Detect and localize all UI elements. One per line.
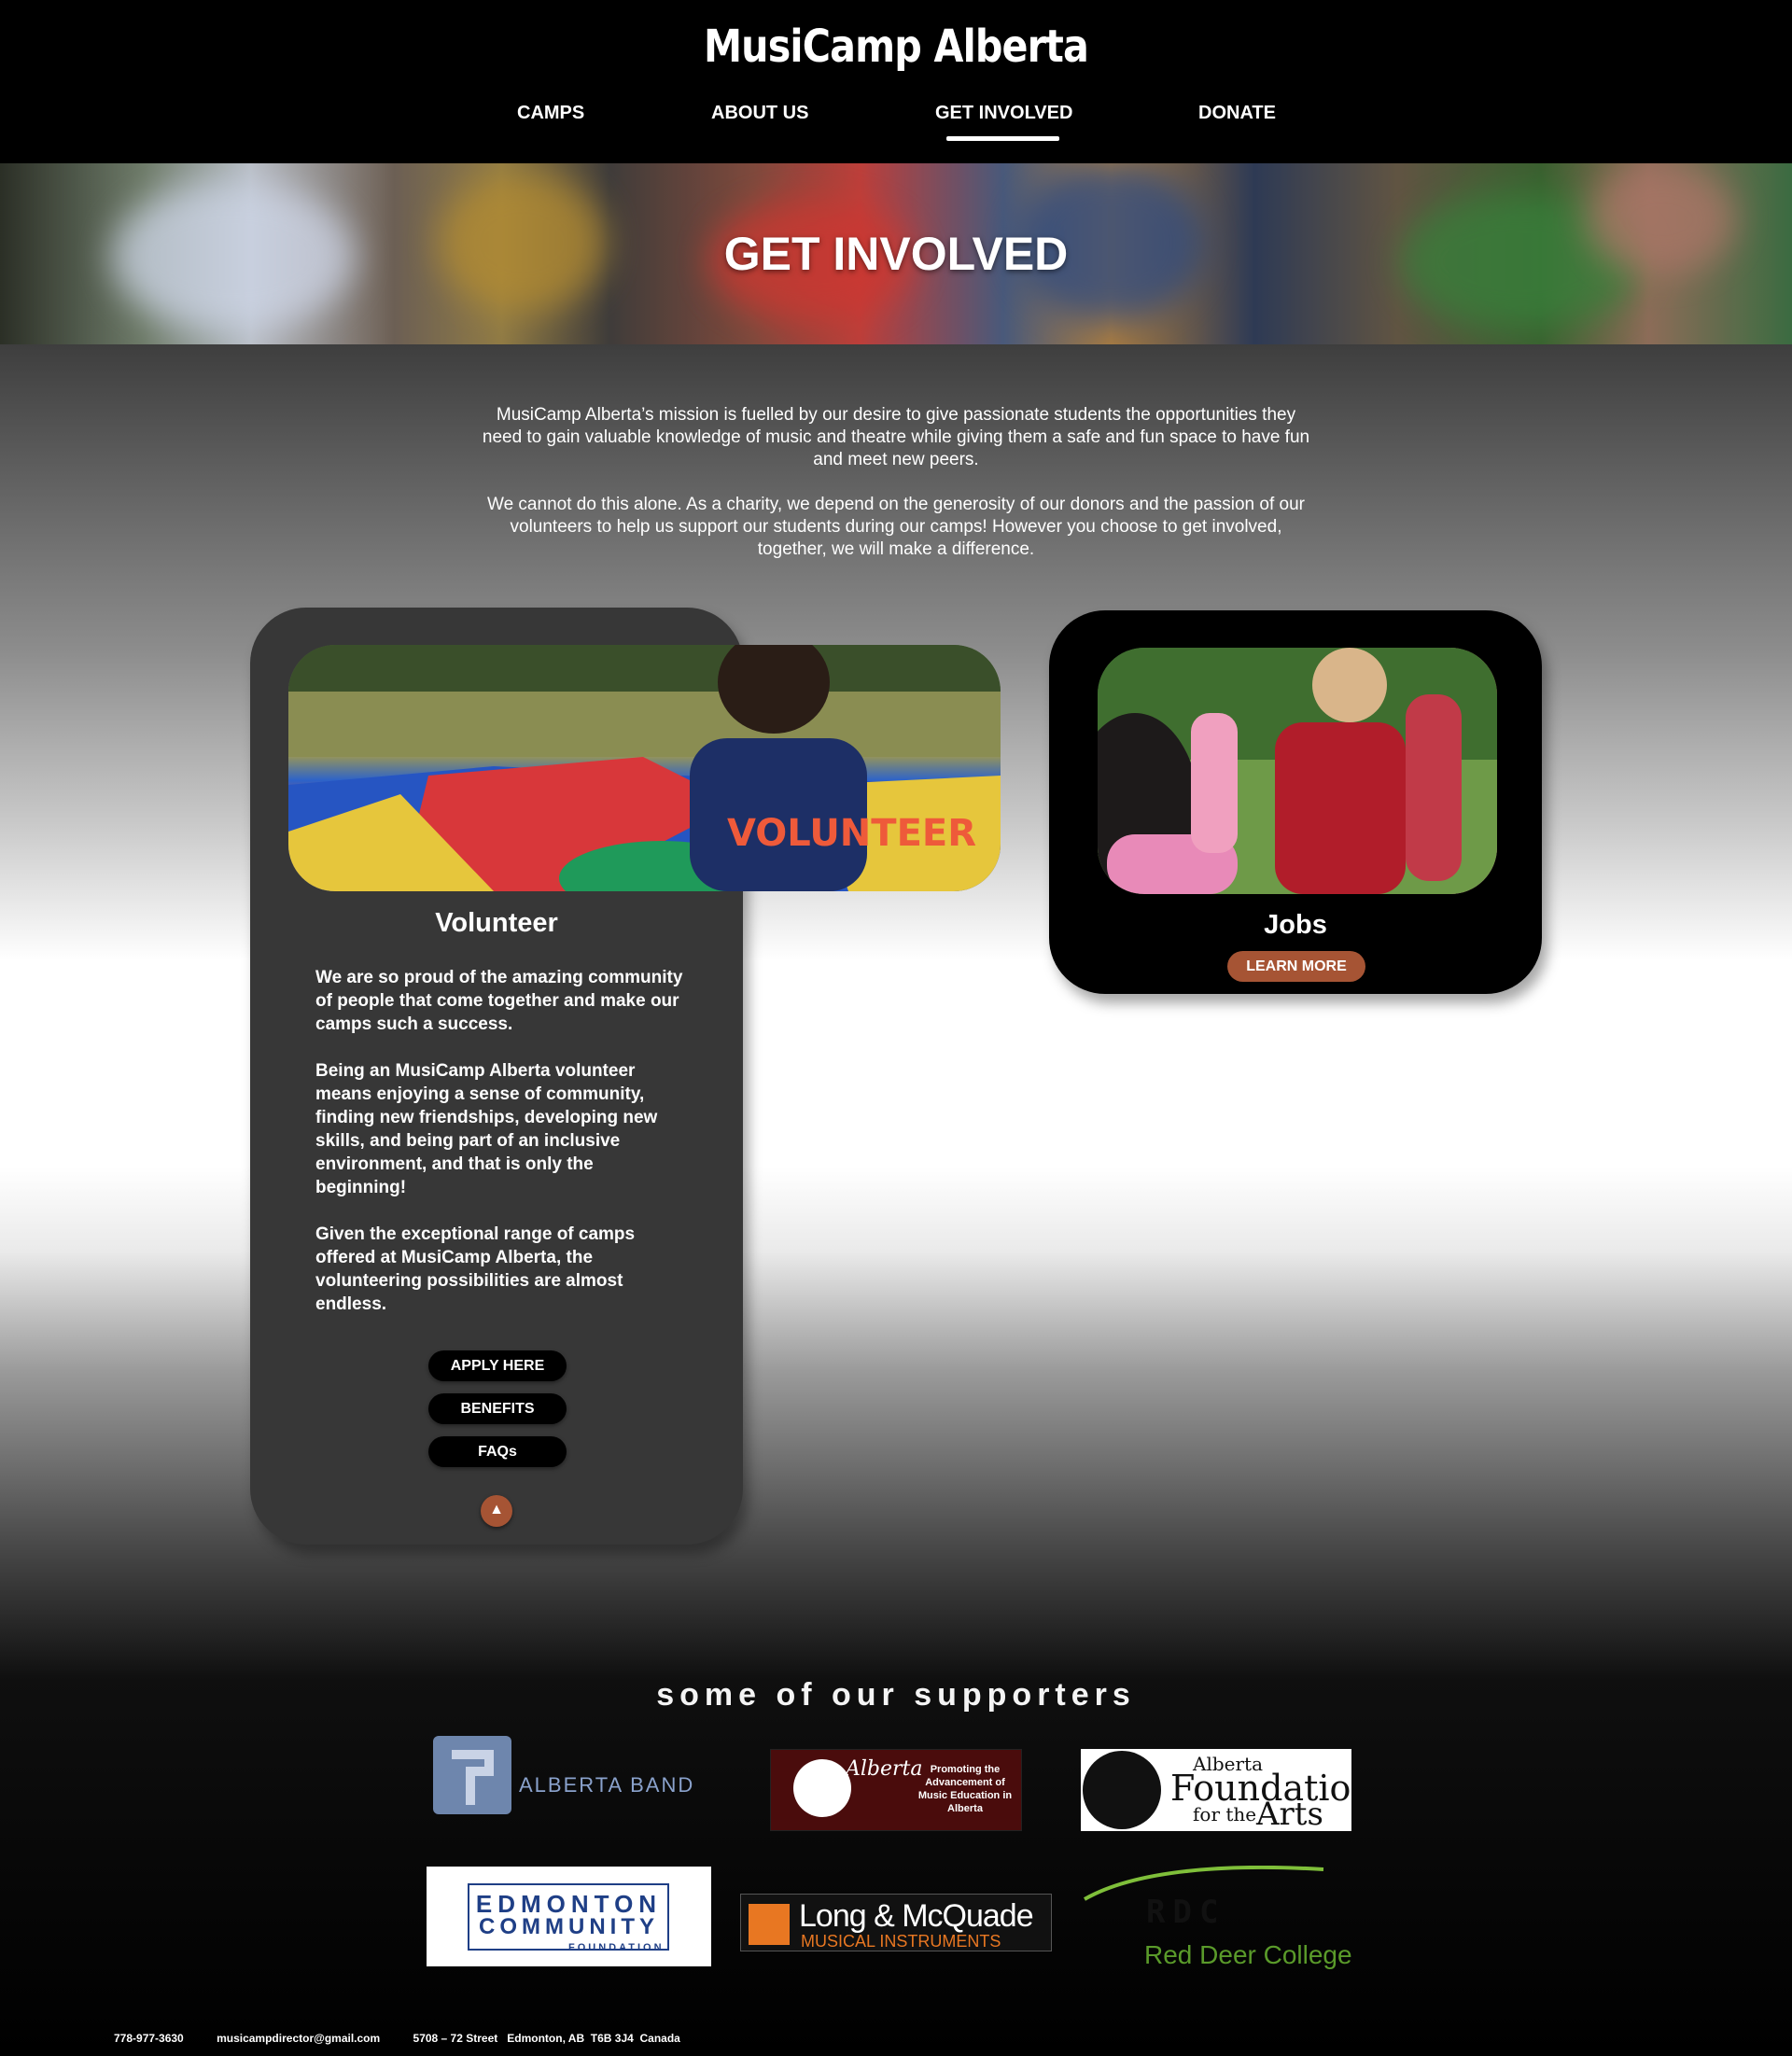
site-footer: 778-977-3630 musicampdirector@gmail.com … (114, 2032, 710, 2045)
alberta-band-logo[interactable]: ALBERTA BAND (433, 1736, 707, 1816)
collapse-up-icon[interactable]: ▲ (481, 1495, 512, 1527)
afa-line3a: for the (1193, 1803, 1257, 1825)
volunteer-paragraph: Being an MusiCamp Alberta volunteer mean… (315, 1061, 658, 1197)
main-nav: CAMPS ABOUT US GET INVOLVED DONATE (0, 103, 1792, 149)
site-logo-text[interactable]: MusiCamp Alberta (125, 21, 1666, 73)
alberta-foundation-arts-logo[interactable]: Alberta Foundation for the Arts (1081, 1749, 1351, 1831)
red-deer-college-logo[interactable]: RDC Red Deer College (1081, 1866, 1357, 1978)
music-note-icon (793, 1759, 851, 1817)
lm-tagline: MUSICAL INSTRUMENTS (801, 1932, 1001, 1951)
main-content: MusiCamp Alberta’s mission is fuelled by… (0, 344, 1792, 2056)
nav-get-involved[interactable]: GET INVOLVED (935, 103, 1072, 141)
supporters-title: some of our supporters (656, 1677, 1136, 1713)
faqs-button[interactable]: FAQs (428, 1436, 567, 1467)
rdc-name: Red Deer College (1144, 1940, 1352, 1969)
volunteer-title: Volunteer (435, 908, 558, 938)
intro-paragraph: MusiCamp Alberta’s mission is fuelled by… (482, 405, 1310, 469)
rdc-mark: RDC (1146, 1894, 1226, 1931)
volunteer-photo: VOLUNTEER (288, 645, 1001, 891)
hero-title: GET INVOLVED (723, 228, 1069, 280)
edmonton-community-foundation-logo[interactable]: EDMONTON COMMUNITY FOUNDATION (427, 1867, 711, 1966)
volunteer-photo-illustration: VOLUNTEER (288, 645, 1001, 891)
footer-phone[interactable]: 778-977-3630 (114, 2032, 184, 2045)
footer-email[interactable]: musicampdirector@gmail.com (217, 2032, 380, 2045)
volunteer-paragraph: Given the exceptional range of camps off… (315, 1224, 636, 1314)
nav-about-us[interactable]: ABOUT US (711, 103, 808, 124)
apply-here-button[interactable]: APPLY HERE (428, 1350, 567, 1381)
volunteer-text: We are so proud of the amazing community… (315, 966, 689, 1339)
lm-name: Long & McQuade (799, 1898, 1034, 1934)
music-education-foundation-logo[interactable]: Alberta Promoting the Advancement of Mus… (770, 1749, 1022, 1831)
nav-camps[interactable]: CAMPS (517, 103, 584, 124)
ecf-line2: COMMUNITY (479, 1914, 659, 1939)
benefits-button[interactable]: BENEFITS (428, 1393, 567, 1424)
learn-more-button[interactable]: LEARN MORE (1227, 951, 1365, 982)
long-mcquade-logo[interactable]: Long & McQuade MUSICAL INSTRUMENTS (740, 1894, 1052, 1951)
footer-address: 5708 – 72 Street Edmonton, AB T6B 3J4 Ca… (413, 2032, 680, 2045)
jobs-photo (1098, 648, 1497, 894)
jobs-photo-illustration (1098, 648, 1497, 894)
jobs-title: Jobs (1264, 910, 1327, 940)
afa-line3b: Arts (1256, 1796, 1323, 1831)
volunteer-shirt-text: VOLUNTEER (727, 812, 976, 855)
lm-keys-icon (749, 1904, 790, 1945)
music-foundation-tagline: Promoting the Advancement of Music Educa… (917, 1764, 1013, 1814)
nav-donate[interactable]: DONATE (1198, 103, 1276, 124)
intro-paragraph: We cannot do this alone. As a charity, w… (487, 495, 1305, 559)
afa-circle-icon (1083, 1751, 1161, 1829)
intro-text: MusiCamp Alberta’s mission is fuelled by… (476, 404, 1316, 583)
site-header: MusiCamp Alberta CAMPS ABOUT US GET INVO… (0, 0, 1792, 163)
volunteer-paragraph: We are so proud of the amazing community… (315, 968, 683, 1034)
music-foundation-name: Alberta (846, 1757, 923, 1781)
alberta-band-text: ALBERTA BAND (519, 1773, 695, 1797)
ecf-line3: FOUNDATION (568, 1942, 665, 1953)
hero-banner: GET INVOLVED (0, 163, 1792, 344)
